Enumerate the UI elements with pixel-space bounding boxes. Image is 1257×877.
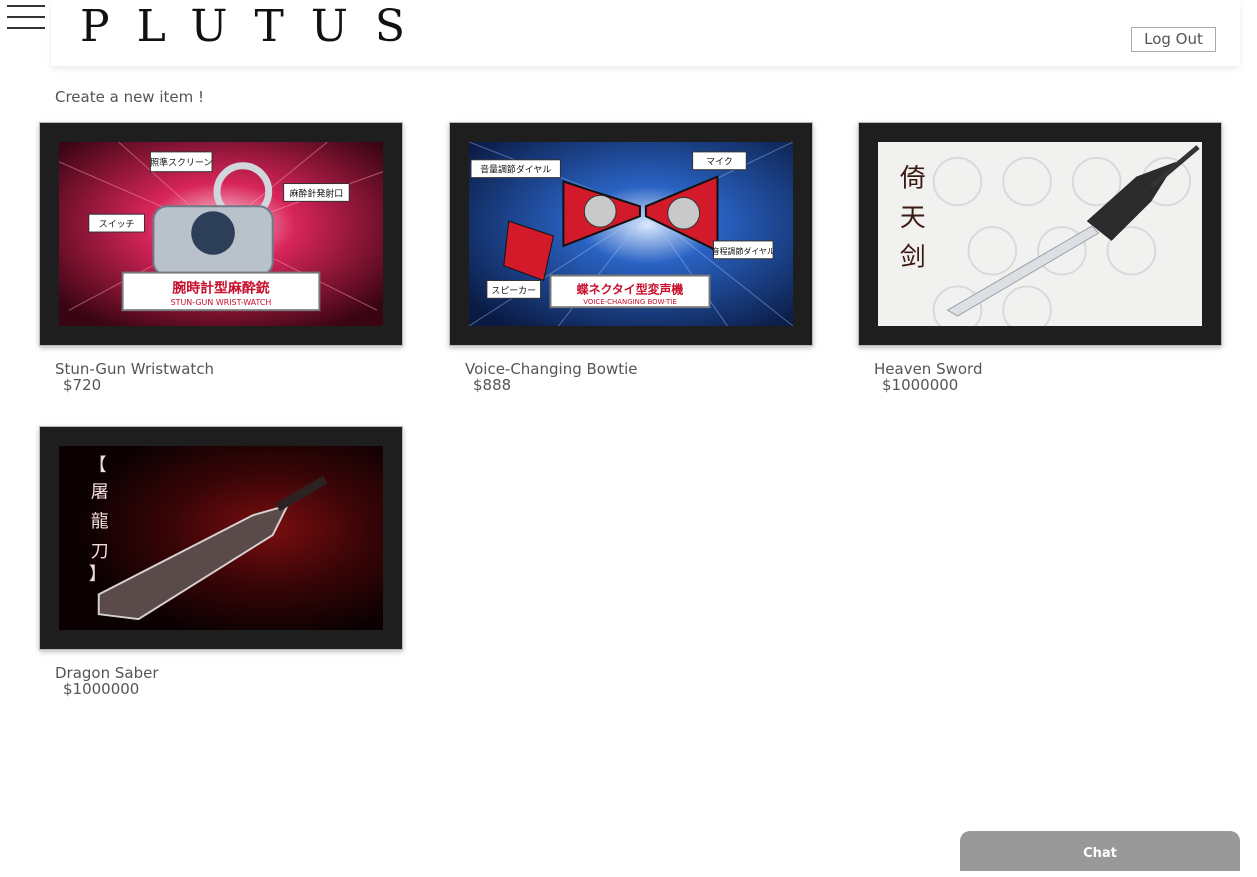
bracket-bottom: 】 — [89, 564, 107, 585]
dragon-saber-image: 【 屠 龍 刀 】 — [59, 446, 383, 630]
stun-gun-wristwatch-image: 照準スクリーン 麻酔針発射口 スイッチ 腕時計型麻酔銃 STUN-GUN WRI… — [59, 142, 383, 326]
heaven-sword-image: 倚 天 剑 — [878, 142, 1202, 326]
calligraphy-3: 剑 — [900, 243, 926, 273]
voice-changing-bowtie-image: 音量調節ダイヤル マイク 音程調節ダイヤル スピーカー 蝶ネクタイ型変声機 VO… — [469, 142, 793, 326]
callout-left: スピーカー — [491, 285, 536, 296]
callout-top-right: マイク — [706, 157, 733, 168]
callout-top-left: 音量調節ダイヤル — [480, 164, 551, 176]
item-image-frame[interactable]: 【 屠 龍 刀 】 — [39, 426, 403, 650]
plutus-logo[interactable]: PLUTUS — [80, 2, 432, 52]
item-price: $1000000 — [63, 680, 140, 698]
callout-right: 音程調節ダイヤル — [712, 246, 775, 256]
calligraphy-1: 屠 — [91, 481, 109, 502]
item-price: $720 — [63, 376, 102, 394]
callout-top: 照準スクリーン — [150, 157, 212, 169]
item-card-voice-changing-bowtie[interactable]: 音量調節ダイヤル マイク 音程調節ダイヤル スピーカー 蝶ネクタイ型変声機 VO… — [449, 122, 813, 394]
calligraphy-2: 天 — [900, 203, 926, 233]
logout-button[interactable]: Log Out — [1131, 27, 1216, 52]
banner-en: VOICE-CHANGING BOW-TIE — [583, 298, 676, 306]
item-card-heaven-sword[interactable]: 倚 天 剑 Heaven Sword $1000000 — [858, 122, 1222, 394]
banner-jp: 蝶ネクタイ型変声機 — [577, 282, 684, 296]
item-image-frame[interactable]: 倚 天 剑 — [858, 122, 1222, 346]
bracket-top: 【 — [89, 455, 107, 476]
calligraphy-1: 倚 — [900, 164, 926, 194]
create-item-link[interactable]: Create a new item ! — [55, 88, 204, 106]
item-image-frame[interactable]: 照準スクリーン 麻酔針発射口 スイッチ 腕時計型麻酔銃 STUN-GUN WRI… — [39, 122, 403, 346]
banner-en: STUN-GUN WRIST-WATCH — [171, 298, 272, 307]
calligraphy-3: 刀 — [91, 541, 109, 562]
item-image-frame[interactable]: 音量調節ダイヤル マイク 音程調節ダイヤル スピーカー 蝶ネクタイ型変声機 VO… — [449, 122, 813, 346]
item-price: $888 — [473, 376, 512, 394]
banner-jp: 腕時計型麻酔銃 — [172, 279, 269, 296]
calligraphy-2: 龍 — [91, 511, 109, 532]
chat-button[interactable]: Chat — [960, 831, 1240, 871]
item-card-dragon-saber[interactable]: 【 屠 龍 刀 】 Dragon Saber $1000000 — [39, 426, 403, 698]
callout-left: スイッチ — [99, 219, 135, 230]
item-price: $1000000 — [882, 376, 959, 394]
item-card-stun-gun-wristwatch[interactable]: 照準スクリーン 麻酔針発射口 スイッチ 腕時計型麻酔銃 STUN-GUN WRI… — [39, 122, 403, 394]
callout-right: 麻酔針発射口 — [290, 187, 344, 199]
hamburger-menu-icon[interactable] — [7, 4, 45, 29]
